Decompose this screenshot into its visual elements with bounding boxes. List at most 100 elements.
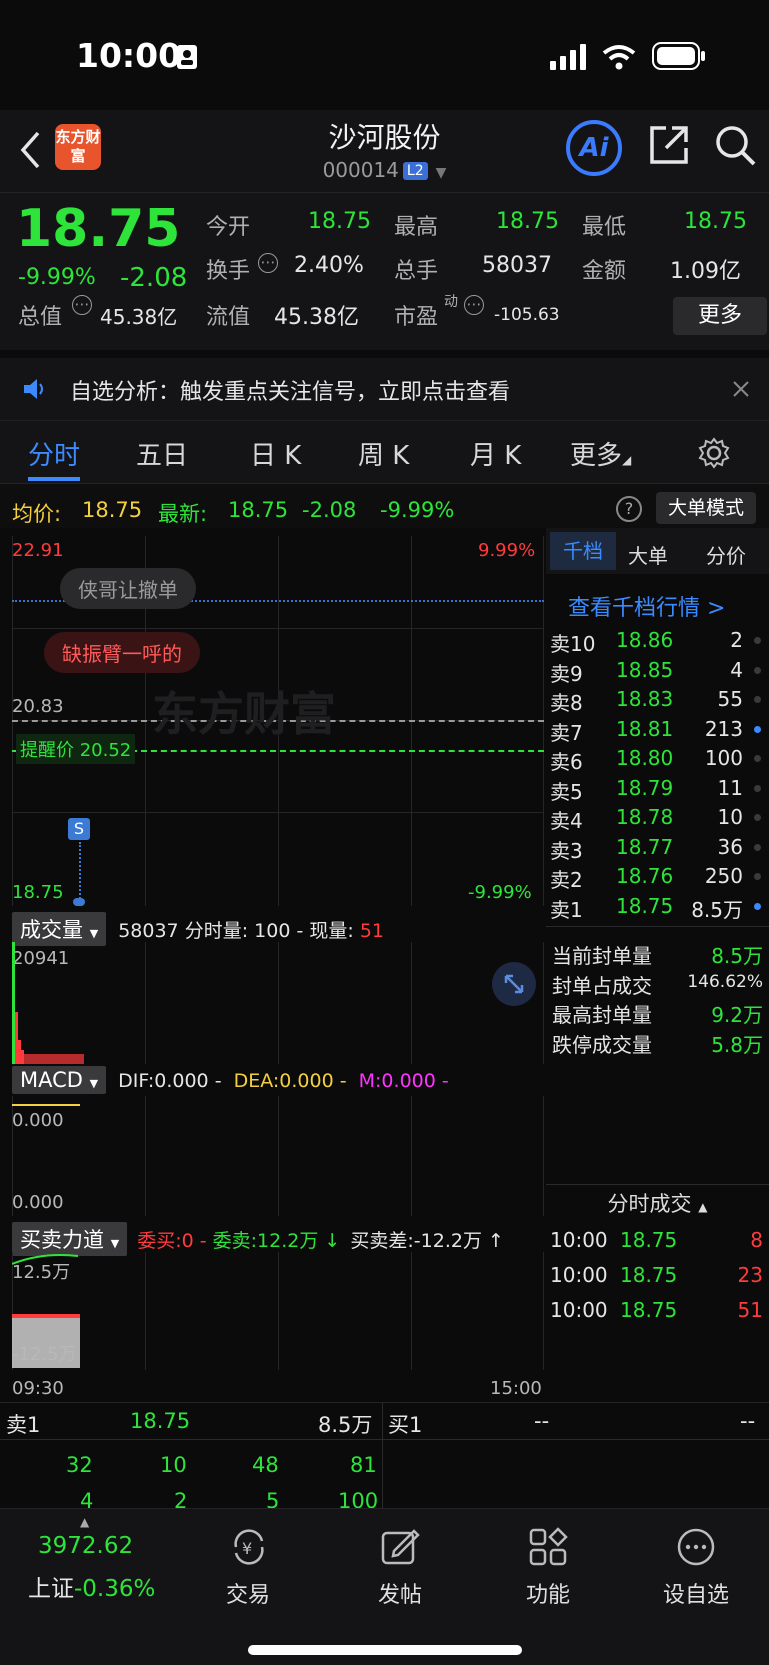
info-dots-icon[interactable]: ⋯ bbox=[258, 253, 278, 273]
avg-price-bar: 均价: 18.75 最新: 18.75 -2.08 -9.99% ? 大单模式 bbox=[0, 484, 769, 528]
comment-bubble[interactable]: 缺振臂一呼的 bbox=[44, 632, 200, 673]
order-dot bbox=[754, 696, 761, 703]
order-price: 18.86 bbox=[616, 628, 674, 652]
tab-five-day[interactable]: 五日 bbox=[136, 435, 188, 472]
add-watchlist-icon[interactable] bbox=[676, 1527, 716, 1567]
order-price: 18.76 bbox=[616, 864, 674, 888]
force-chart[interactable]: 12.5万 -12.5万 bbox=[12, 1252, 544, 1370]
order-dot bbox=[754, 902, 761, 910]
intraday-chart[interactable]: 东方财富 22.91 9.99% 20.83 提醒价 20.52 18.75 -… bbox=[12, 536, 544, 906]
order-book-row[interactable]: 卖10 18.86 2 bbox=[546, 628, 769, 656]
tab-order-book[interactable]: 千档 bbox=[550, 532, 616, 570]
tab-daily-k[interactable]: 日 K bbox=[250, 435, 301, 472]
share-icon[interactable] bbox=[648, 124, 690, 166]
macd-chart[interactable]: 0.000 0.000 bbox=[12, 1096, 544, 1216]
arrow-down-icon: ↓ bbox=[318, 1230, 341, 1252]
order-book-row[interactable]: 卖1 18.75 8.5万 bbox=[546, 894, 769, 922]
tab-more[interactable]: 更多◢ bbox=[570, 435, 631, 472]
order-volume: 55 bbox=[717, 687, 743, 711]
tab-features[interactable]: 功能 bbox=[500, 1577, 596, 1609]
order-book-row[interactable]: 卖7 18.81 213 bbox=[546, 717, 769, 745]
order-book-row[interactable]: 卖4 18.78 10 bbox=[546, 805, 769, 833]
order-book-row[interactable]: 卖3 18.77 36 bbox=[546, 835, 769, 863]
force-dropdown[interactable]: 买卖力道 ▼ bbox=[12, 1222, 128, 1256]
per-min-value: 100 bbox=[254, 920, 291, 942]
status-bar: 10:00 bbox=[0, 0, 769, 110]
caret-up-icon: ▲ bbox=[80, 1515, 90, 1529]
indicator-dropdown[interactable]: 成交量 ▼ bbox=[12, 912, 107, 946]
trade-volume: 8 bbox=[750, 1228, 763, 1252]
more-button[interactable]: 更多 bbox=[673, 297, 767, 335]
stat-value: 9.2万 bbox=[711, 1003, 763, 1027]
order-book-row[interactable]: 卖6 18.80 100 bbox=[546, 746, 769, 774]
order-level-label: 卖9 bbox=[550, 661, 583, 686]
search-icon[interactable] bbox=[714, 124, 758, 168]
expand-icon[interactable] bbox=[492, 962, 536, 1006]
tab-intraday[interactable]: 分时 bbox=[28, 435, 80, 472]
caret-down-icon: ▼ bbox=[89, 1077, 99, 1090]
order-volume: 11 bbox=[717, 775, 743, 800]
tab-monthly-k[interactable]: 月 K bbox=[470, 435, 521, 472]
home-indicator[interactable] bbox=[248, 1645, 522, 1655]
force-label: 买卖力道 bbox=[20, 1228, 104, 1252]
order-book-row[interactable]: 卖9 18.85 4 bbox=[546, 658, 769, 686]
buy1-volume: -- bbox=[740, 1409, 756, 1433]
open-label: 今开 bbox=[206, 215, 251, 240]
force-diff: 买卖差:-12.2万 bbox=[350, 1230, 482, 1252]
sell1-label: 卖1 bbox=[6, 1413, 41, 1437]
seal-stat-row: 当前封单量 8.5万 bbox=[546, 940, 769, 968]
order-book-row[interactable]: 卖8 18.83 55 bbox=[546, 687, 769, 715]
macd-dropdown[interactable]: MACD ▼ bbox=[12, 1066, 107, 1094]
tab-price-dist[interactable]: 分价 bbox=[706, 540, 746, 569]
volume-chart[interactable]: 20941 bbox=[12, 942, 544, 1064]
info-dots-icon[interactable]: ⋯ bbox=[464, 295, 484, 315]
order-price: 18.81 bbox=[616, 716, 674, 741]
stat-value: 5.8万 bbox=[711, 1032, 763, 1057]
order-dot bbox=[754, 843, 761, 851]
sell-marker[interactable]: S bbox=[68, 818, 90, 840]
macd-label: MACD bbox=[20, 1068, 83, 1092]
ai-button[interactable]: Ai bbox=[566, 120, 622, 176]
high-label: 最高 bbox=[394, 215, 439, 240]
order-book-row[interactable]: 卖5 18.79 11 bbox=[546, 776, 769, 804]
alert-price-label[interactable]: 提醒价 20.52 bbox=[16, 734, 136, 764]
settings-gear-icon[interactable] bbox=[698, 437, 730, 469]
y-bottom-left: 18.75 bbox=[12, 882, 64, 903]
status-time: 10:00 bbox=[76, 36, 182, 75]
order-book-row[interactable]: 卖2 18.76 250 bbox=[546, 864, 769, 892]
close-icon[interactable] bbox=[732, 380, 750, 398]
marker-dot bbox=[73, 898, 85, 906]
svg-text:¥: ¥ bbox=[242, 1539, 252, 1558]
latest-pct: -9.99% bbox=[380, 498, 455, 522]
volume-value: 58037 bbox=[482, 253, 552, 278]
index-value[interactable]: 3972.62 bbox=[38, 1533, 133, 1559]
view-depth-link[interactable]: 查看千档行情 > bbox=[568, 590, 725, 622]
stat-label: 封单占成交 bbox=[552, 973, 652, 998]
speaker-icon bbox=[24, 379, 43, 399]
features-grid-icon[interactable] bbox=[528, 1527, 568, 1567]
tab-add-watchlist[interactable]: 设自选 bbox=[648, 1577, 744, 1609]
trade-price: 18.75 bbox=[620, 1298, 678, 1322]
pe-superscript: 动 bbox=[444, 294, 458, 310]
tab-trade[interactable]: 交易 bbox=[200, 1577, 296, 1609]
stat-value: 146.62% bbox=[687, 971, 763, 992]
force-header: 买卖力道 ▼ 委买:0 - 委卖:12.2万 ↓ 买卖差:-12.2万 ↑ bbox=[12, 1222, 544, 1256]
trades-title[interactable]: 分时成交 ▲ bbox=[546, 1188, 769, 1218]
big-order-mode-button[interactable]: 大单模式 bbox=[656, 492, 756, 524]
index-quote[interactable]: 上证-0.36% bbox=[28, 1569, 155, 1603]
comment-bubble[interactable]: 侠哥让撤单 bbox=[60, 568, 196, 609]
amount-value: 1.09亿 bbox=[670, 259, 741, 284]
cellular-signal-icon bbox=[550, 44, 586, 70]
tab-post[interactable]: 发帖 bbox=[352, 1577, 448, 1609]
notice-banner[interactable]: 自选分析：触发重点关注信号，立即点击查看 bbox=[0, 358, 769, 420]
volume-bars bbox=[12, 942, 84, 1064]
macd-dea: DEA:0.000 bbox=[233, 1070, 334, 1092]
trade-yen-icon[interactable]: ¥ bbox=[228, 1527, 270, 1567]
latest-label: 最新: bbox=[158, 502, 208, 526]
tab-weekly-k[interactable]: 周 K bbox=[358, 435, 409, 472]
tab-big-orders[interactable]: 大单 bbox=[628, 540, 668, 569]
info-dots-icon[interactable]: ⋯ bbox=[72, 295, 92, 315]
triangle-icon: ◢ bbox=[622, 453, 632, 467]
help-icon[interactable]: ? bbox=[616, 496, 642, 522]
compose-post-icon[interactable] bbox=[380, 1527, 420, 1567]
